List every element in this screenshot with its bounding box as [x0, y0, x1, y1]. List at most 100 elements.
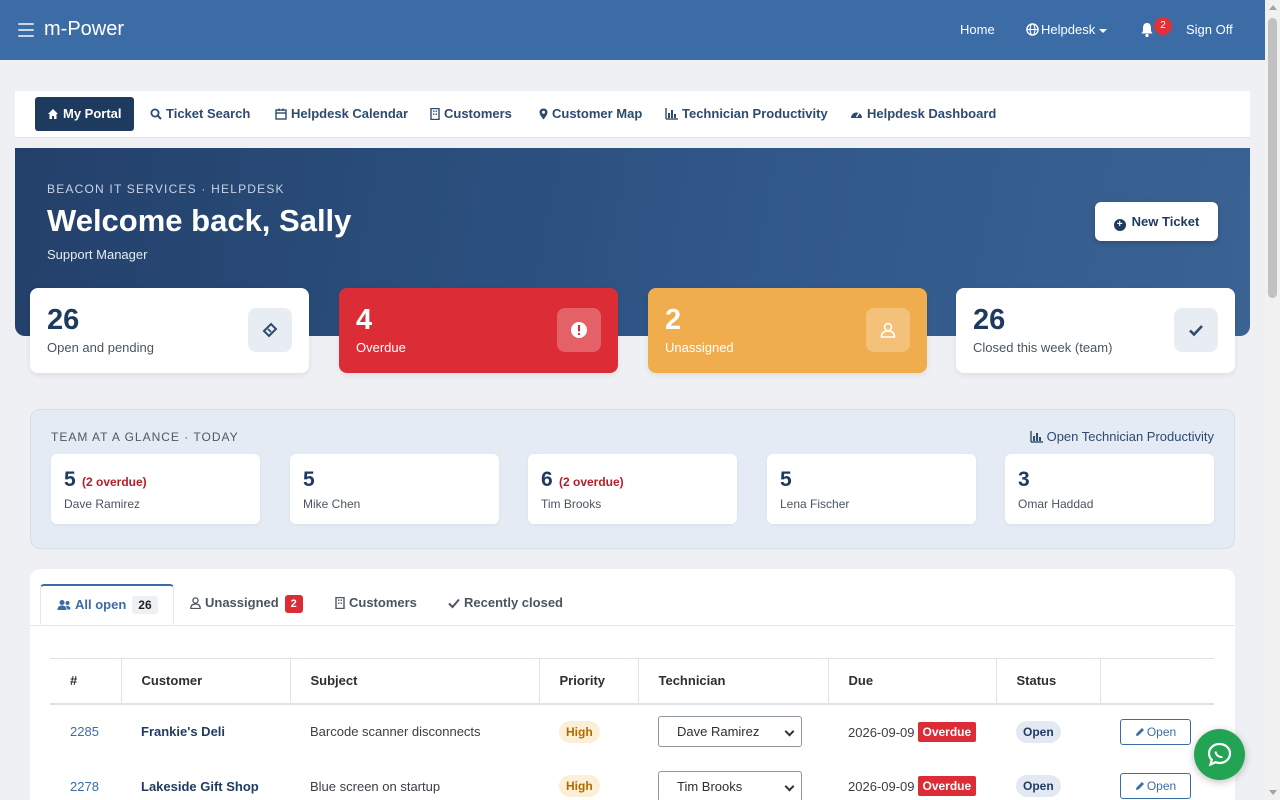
- page-scrollbar[interactable]: [1265, 0, 1280, 800]
- nav-signoff-link[interactable]: Sign Off: [1186, 22, 1233, 37]
- tech-card[interactable]: 5 Mike Chen: [290, 454, 499, 524]
- technician-select[interactable]: Tim Brooks: [658, 770, 802, 800]
- stat-value: 2: [665, 304, 682, 336]
- stat-value: 26: [973, 304, 1006, 336]
- tech-name: Omar Haddad: [1018, 497, 1094, 511]
- subnav-label: Customer Map: [552, 106, 643, 121]
- user-icon: [190, 597, 201, 610]
- subnav-ticket-search[interactable]: Ticket Search: [138, 97, 262, 131]
- tech-card[interactable]: 6 (2 overdue) Tim Brooks: [528, 454, 737, 524]
- tech-name: Mike Chen: [303, 497, 361, 511]
- bar-chart-icon: [1029, 431, 1043, 443]
- ticket-subject: Blue screen on startup: [310, 778, 441, 794]
- tab-customers[interactable]: Customers: [335, 584, 417, 625]
- status-badge: Open: [1016, 720, 1061, 743]
- tab-label: Customers: [349, 595, 417, 610]
- subnav-helpdesk-dashboard[interactable]: Helpdesk Dashboard: [838, 97, 1008, 131]
- col-header-due[interactable]: Due: [827, 658, 996, 705]
- tech-card[interactable]: 5 (2 overdue) Dave Ramirez: [51, 454, 260, 524]
- chevron-down-icon: [784, 781, 795, 791]
- subnav-label: Technician Productivity: [682, 106, 828, 121]
- search-icon: [150, 108, 162, 120]
- tickets-table: # Customer Subject Priority Technician D…: [50, 658, 1214, 800]
- stat-label: Closed this week (team): [973, 340, 1113, 355]
- open-ticket-button[interactable]: Open: [1120, 718, 1191, 745]
- tab-count: 26: [132, 596, 158, 614]
- ticket-customer: Lakeside Gift Shop: [141, 778, 259, 794]
- notification-badge: 2: [1154, 17, 1172, 35]
- chat-button[interactable]: [1194, 729, 1245, 780]
- bell-icon[interactable]: [1140, 22, 1154, 38]
- col-header-priority[interactable]: Priority: [538, 658, 638, 705]
- subnav-my-portal[interactable]: My Portal: [35, 97, 134, 131]
- due-date: 2026-09-09: [848, 724, 915, 740]
- nav-home-link[interactable]: Home: [960, 22, 995, 37]
- company-kicker: BEACON IT SERVICES · HELPDESK: [47, 182, 285, 196]
- exclamation-icon: [557, 308, 601, 352]
- chat-icon: [1207, 742, 1232, 767]
- chevron-down-icon: [1099, 28, 1108, 33]
- open-ticket-button[interactable]: Open: [1120, 773, 1191, 799]
- subnav-helpdesk-calendar[interactable]: Helpdesk Calendar: [263, 97, 420, 131]
- sub-navigation: My Portal Ticket Search Helpdesk Calenda…: [15, 91, 1250, 138]
- users-icon: [57, 600, 71, 610]
- tab-label: All open: [75, 597, 127, 612]
- stat-unassigned[interactable]: 2 Unassigned: [648, 288, 927, 373]
- open-technician-productivity-link[interactable]: Open Technician Productivity: [1029, 429, 1214, 444]
- priority-badge: High: [559, 775, 600, 797]
- technician-selected: Dave Ramirez: [677, 724, 760, 739]
- tech-card[interactable]: 3 Omar Haddad: [1005, 454, 1214, 524]
- subnav-label: Helpdesk Dashboard: [867, 106, 997, 121]
- tab-unassigned[interactable]: Unassigned 2: [190, 584, 303, 625]
- ticket-icon: [248, 308, 292, 352]
- brand-logo[interactable]: m-Power: [44, 18, 124, 41]
- status-badge: Open: [1016, 775, 1061, 797]
- tech-name: Dave Ramirez: [64, 497, 141, 511]
- subnav-label: Customers: [444, 106, 512, 121]
- due-date: 2026-09-09: [848, 779, 915, 794]
- col-header-subject[interactable]: Subject: [289, 658, 539, 705]
- tab-count: 2: [284, 595, 303, 613]
- tech-card[interactable]: 5 Lena Fischer: [767, 454, 976, 524]
- scroll-down-arrow[interactable]: [1269, 790, 1277, 795]
- stat-open-pending[interactable]: 26 Open and pending: [30, 288, 309, 373]
- tab-label: Recently closed: [464, 595, 563, 610]
- subnav-customer-map[interactable]: Customer Map: [527, 97, 654, 131]
- scroll-up-arrow[interactable]: [1269, 5, 1277, 10]
- hamburger-menu-icon[interactable]: [18, 23, 34, 37]
- new-ticket-button[interactable]: + New Ticket: [1095, 202, 1218, 241]
- table-header-row: # Customer Subject Priority Technician D…: [50, 658, 1214, 705]
- subnav-customers[interactable]: Customers: [418, 97, 524, 131]
- ticket-id-link[interactable]: 2285: [70, 724, 99, 739]
- stat-closed-week[interactable]: 26 Closed this week (team): [956, 288, 1235, 373]
- col-header-status[interactable]: Status: [995, 658, 1100, 705]
- check-icon: [448, 598, 460, 609]
- home-icon: [48, 109, 58, 119]
- building-icon: [430, 107, 440, 121]
- team-title: TEAM AT A GLANCE · TODAY: [51, 430, 239, 444]
- tab-recently-closed[interactable]: Recently closed: [448, 584, 563, 625]
- new-ticket-label: New Ticket: [1131, 214, 1200, 229]
- dashboard-icon: [851, 112, 862, 118]
- col-header-customer[interactable]: Customer: [120, 658, 290, 705]
- tech-overdue: (2 overdue): [559, 475, 624, 489]
- col-header-id[interactable]: #: [50, 658, 121, 705]
- tech-count: 5: [303, 468, 315, 491]
- user-icon: [866, 308, 910, 352]
- priority-badge: High: [559, 720, 600, 743]
- subnav-technician-productivity[interactable]: Technician Productivity: [653, 97, 840, 131]
- subnav-label: My Portal: [63, 106, 122, 121]
- col-header-technician[interactable]: Technician: [637, 658, 828, 705]
- nav-helpdesk-dropdown[interactable]: Helpdesk: [1026, 22, 1108, 37]
- overdue-badge: Overdue: [917, 776, 977, 796]
- team-link-label: Open Technician Productivity: [1046, 429, 1214, 444]
- scrollbar-thumb[interactable]: [1268, 18, 1277, 298]
- stat-overdue[interactable]: 4 Overdue: [339, 288, 618, 373]
- tech-name: Lena Fischer: [780, 497, 850, 511]
- plus-icon: +: [1113, 219, 1126, 231]
- tab-all-open[interactable]: All open 26: [40, 584, 174, 625]
- calendar-icon: [275, 108, 287, 120]
- tech-count: 3: [1018, 468, 1030, 491]
- ticket-id-link[interactable]: 2278: [70, 779, 99, 794]
- technician-select[interactable]: Dave Ramirez: [658, 716, 802, 747]
